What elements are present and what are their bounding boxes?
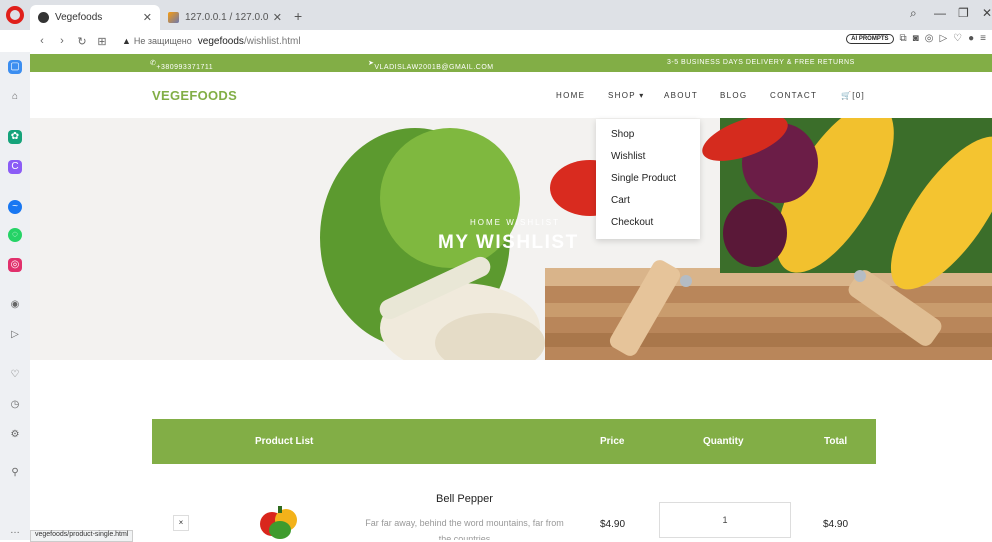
dropdown-item-checkout[interactable]: Checkout — [611, 217, 653, 228]
close-tab-icon[interactable]: ✕ — [273, 11, 282, 24]
address-bar-tools: AI PROMPTS ⧉ ◙ ◎ ▷ ♡ ● ≡ — [846, 33, 986, 44]
reload-icon[interactable]: ↻ — [74, 35, 90, 48]
security-warning[interactable]: ▲ Не защищено — [122, 36, 192, 46]
wishlist-table-header: Product List Price Quantity Total — [152, 419, 876, 464]
nav-shop[interactable]: SHOP ▾ — [608, 91, 645, 100]
cart-icon: 🛒 — [841, 91, 853, 100]
ai-prompts-button[interactable]: AI PROMPTS — [846, 33, 894, 44]
breadcrumb-current: WISHLIST — [506, 218, 561, 227]
header-quantity: Quantity — [703, 436, 744, 447]
new-tab-icon[interactable]: + — [294, 8, 302, 24]
opera-logo-icon[interactable] — [6, 6, 24, 24]
favorites-icon[interactable]: ♡ — [8, 368, 22, 382]
header-product-list: Product List — [255, 436, 314, 447]
settings-icon[interactable]: ⚙ — [8, 428, 22, 442]
phone-info: ✆ +380993371711 — [150, 60, 214, 71]
phpmyadmin-icon — [168, 12, 179, 23]
camera-icon[interactable]: ◙ — [913, 33, 919, 44]
nav-about[interactable]: ABOUT — [664, 91, 698, 100]
instagram-icon[interactable]: ◎ — [8, 258, 22, 272]
home-icon[interactable]: ⌂ — [8, 90, 22, 104]
more-icon[interactable]: … — [8, 524, 22, 538]
dropdown-item-shop[interactable]: Shop — [611, 129, 634, 140]
chatsonic-icon[interactable]: C — [8, 160, 22, 174]
close-tab-icon[interactable]: ✕ — [143, 11, 152, 24]
play-icon[interactable]: ▷ — [939, 33, 947, 44]
whatsapp-icon[interactable]: ◌ — [8, 228, 22, 242]
product-image[interactable] — [256, 504, 304, 540]
quantity-input[interactable]: 1 — [659, 502, 791, 538]
product-description: Far far away, behind the word mountains,… — [365, 518, 564, 540]
nav-shop-label: SHOP — [608, 91, 636, 100]
opera-sidebar: ▢ ⌂ ✿ C ~ ◌ ◎ ◉ ▷ ♡ ◷ ⚙ ⚲ … — [0, 52, 30, 540]
address-bar: ‹ › ↻ ⊞ ▲ Не защищено vegefoods/wishlist.… — [30, 30, 992, 52]
back-icon[interactable]: ‹ — [34, 35, 50, 47]
music-icon[interactable]: ◉ — [8, 298, 22, 312]
url-host: vegefoods — [197, 35, 244, 47]
vpn-icon[interactable]: ◎ — [925, 33, 934, 44]
extensions-icon[interactable]: ⧉ — [900, 33, 907, 44]
nav-contact[interactable]: CONTACT — [770, 91, 817, 100]
minimize-icon[interactable]: — — [934, 6, 946, 20]
phone-text: +380993371711 — [156, 64, 214, 71]
messenger-icon[interactable]: ~ — [8, 200, 22, 214]
security-label: Не защищено — [133, 36, 192, 46]
chatgpt-icon[interactable]: ✿ — [8, 130, 22, 144]
email-info: ➤ VLADISLAW2001B@GMAIL.COM — [368, 60, 494, 71]
nav-blog[interactable]: BLOG — [720, 91, 747, 100]
url-field[interactable]: vegefoods/wishlist.html — [198, 36, 301, 47]
restore-icon[interactable]: ❐ — [958, 6, 969, 20]
page-title: MY WISHLIST — [438, 232, 579, 253]
header-total: Total — [824, 436, 848, 447]
email-text: VLADISLAW2001B@GMAIL.COM — [374, 64, 494, 71]
history-icon[interactable]: ◷ — [8, 398, 22, 412]
url-path: /wishlist.html — [243, 35, 301, 47]
browser-tab-bar: Vegefoods ✕ 127.0.0.1 / 127.0.0.1 / Vege… — [0, 0, 992, 30]
tab-vegefoods[interactable]: Vegefoods ✕ — [30, 5, 160, 30]
tabs-grid-icon[interactable]: ⊞ — [94, 35, 110, 48]
product-price: $4.90 — [600, 519, 626, 530]
send-icon[interactable]: ▷ — [8, 328, 22, 342]
breadcrumb-home[interactable]: HOME — [470, 218, 502, 227]
product-name[interactable]: Bell Pepper — [436, 493, 493, 505]
pin-icon[interactable]: ⚲ — [8, 466, 22, 480]
delivery-text: 3-5 BUSINESS DAYS DELIVERY & FREE RETURN… — [667, 59, 855, 66]
tab-title: 127.0.0.1 / 127.0.0.1 / Vege — [185, 12, 269, 23]
forward-icon[interactable]: › — [54, 35, 70, 47]
product-total: $4.90 — [823, 519, 849, 530]
tab-title: Vegefoods — [55, 12, 103, 23]
nav-home[interactable]: HOME — [556, 91, 585, 100]
table-row: × Bell Pepper Far far away, behind the w… — [152, 484, 876, 540]
breadcrumb: HOME WISHLIST — [470, 218, 560, 227]
shop-dropdown-menu: Shop Wishlist Single Product Cart Checko… — [596, 119, 700, 239]
close-window-icon[interactable]: ✕ — [982, 6, 992, 20]
chevron-down-icon: ▾ — [639, 91, 645, 100]
top-info-bar: ✆ +380993371711 ➤ VLADISLAW2001B@GMAIL.C… — [30, 54, 992, 72]
dropdown-item-wishlist[interactable]: Wishlist — [611, 151, 645, 162]
cart-count: [0] — [852, 91, 866, 100]
menu-icon[interactable]: ≡ — [980, 33, 986, 44]
nav-cart[interactable]: 🛒[0] — [841, 91, 865, 100]
workspace-icon[interactable]: ▢ — [8, 60, 22, 74]
heart-icon[interactable]: ♡ — [953, 33, 962, 44]
hero-banner: HOME WISHLIST MY WISHLIST — [30, 118, 992, 360]
dropdown-item-cart[interactable]: Cart — [611, 195, 630, 206]
search-icon[interactable]: ⌕ — [910, 6, 917, 21]
tab-phpmyadmin[interactable]: 127.0.0.1 / 127.0.0.1 / Vege ✕ — [160, 5, 290, 30]
header-price: Price — [600, 436, 625, 447]
globe-icon — [38, 12, 49, 23]
link-status-bar: vegefoods/product-single.html — [30, 530, 134, 542]
profile-icon[interactable]: ● — [968, 33, 974, 44]
web-page: ✆ +380993371711 ➤ VLADISLAW2001B@GMAIL.C… — [30, 52, 992, 540]
remove-item-button[interactable]: × — [173, 515, 189, 531]
brand-logo[interactable]: VEGEFOODS — [152, 88, 237, 103]
dropdown-item-single-product[interactable]: Single Product — [611, 173, 676, 184]
navbar: VEGEFOODS HOME SHOP ▾ ABOUT BLOG CONTACT… — [30, 74, 992, 118]
